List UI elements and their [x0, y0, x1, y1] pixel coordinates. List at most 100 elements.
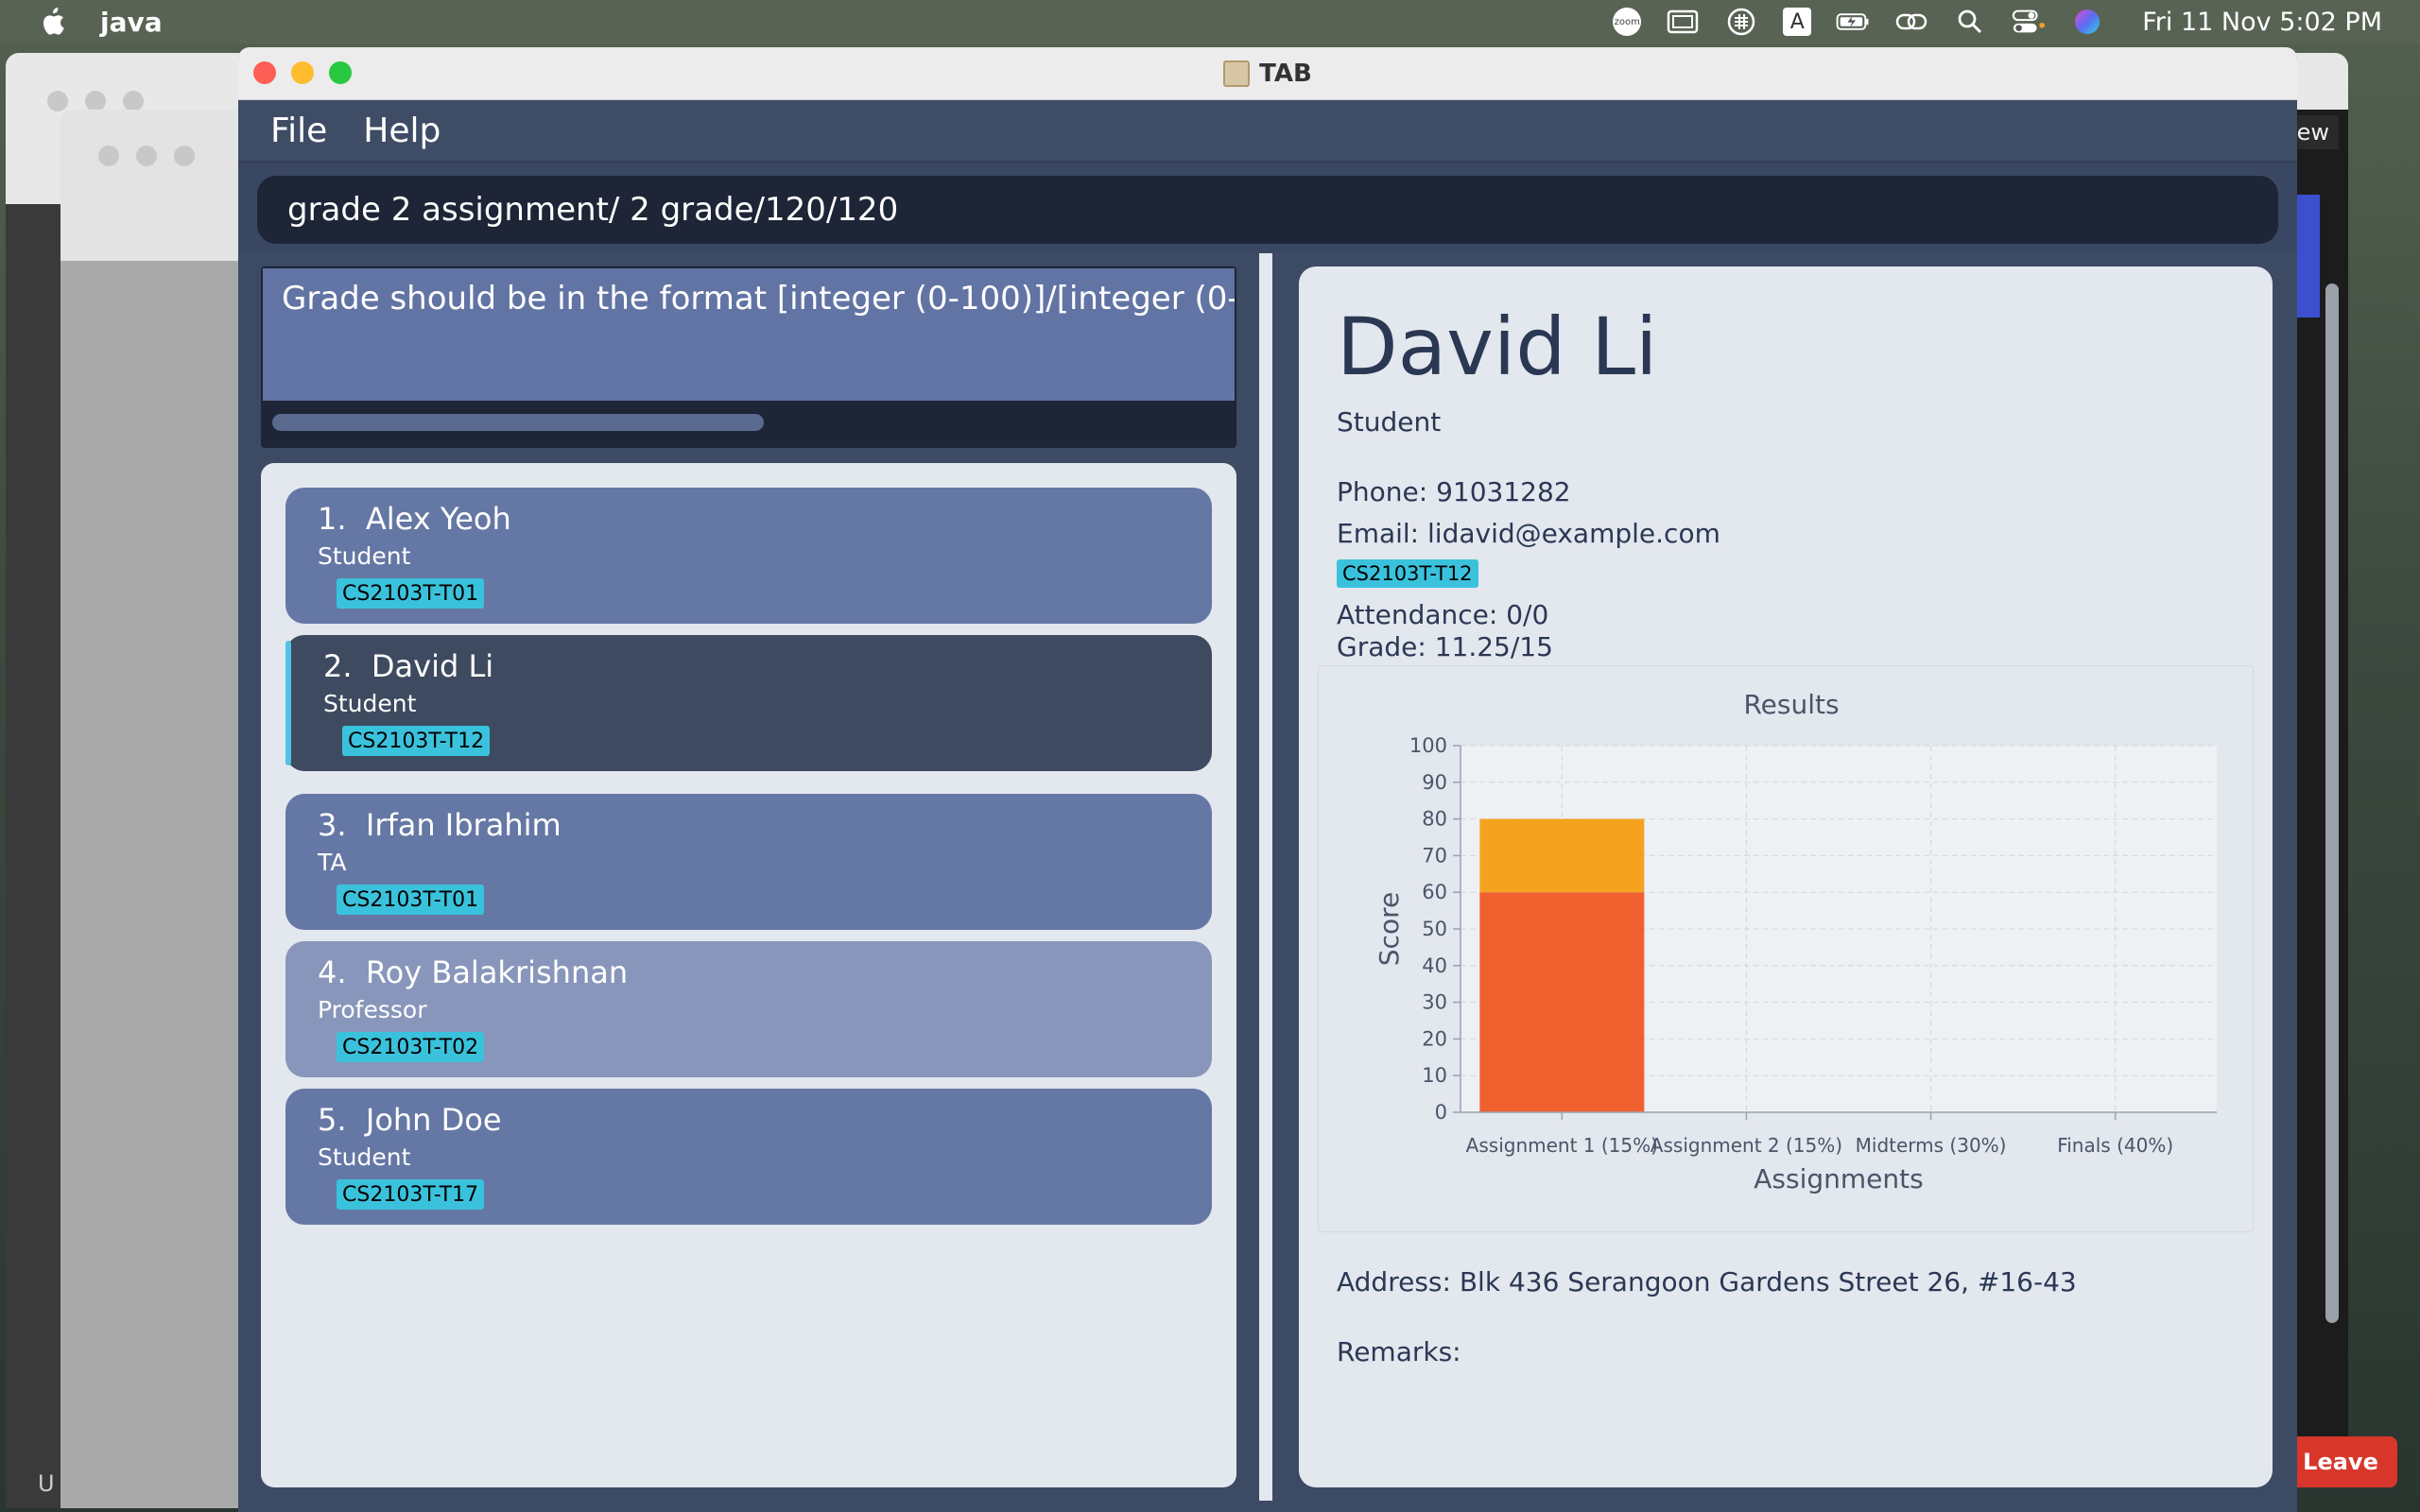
search-icon[interactable]: [1953, 8, 1987, 36]
bar-segment: [1479, 892, 1645, 1112]
person-name: 4. Roy Balakrishnan: [318, 954, 628, 990]
x-tick-label: Finals (40%): [2057, 1134, 2173, 1157]
detail-name: David Li: [1337, 301, 1658, 393]
person-index: 3.: [318, 807, 347, 843]
bg2-minimize-button[interactable]: [136, 146, 157, 166]
person-name-text: David Li: [371, 648, 494, 684]
grid-icon[interactable]: [1724, 8, 1758, 36]
input-source-icon[interactable]: A: [1783, 8, 1812, 36]
detail-phone: Phone: 91031282: [1337, 476, 1571, 507]
display-icon[interactable]: [1666, 8, 1700, 36]
person-role: Student: [318, 542, 411, 570]
person-name-text: John Doe: [365, 1102, 502, 1138]
apple-icon[interactable]: [36, 6, 68, 38]
battery-icon[interactable]: [1836, 8, 1870, 36]
active-app-name[interactable]: java: [100, 7, 163, 38]
y-axis-label: Score: [1374, 892, 1405, 966]
app-menu-bar: File Help: [238, 100, 2297, 163]
result-display: Grade should be in the format [integer (…: [261, 266, 1236, 448]
person-name: 2. David Li: [323, 648, 493, 684]
person-card[interactable]: 2. David Li Student CS2103T-T12: [285, 635, 1212, 771]
bar-segment: [1479, 818, 1645, 893]
person-tag: CS2103T-T01: [337, 578, 485, 609]
person-index: 1.: [318, 501, 347, 537]
link-icon[interactable]: [1894, 8, 1928, 36]
command-input[interactable]: grade 2 assignment/ 2 grade/120/120: [257, 176, 2278, 244]
menu-help[interactable]: Help: [363, 112, 441, 150]
y-tick-label: 40: [1422, 954, 1447, 977]
person-card[interactable]: 3. Irfan Ibrahim TA CS2103T-T01: [285, 794, 1212, 930]
detail-address: Address: Blk 436 Serangoon Gardens Stree…: [1337, 1266, 2077, 1297]
bg-window-minimize-button[interactable]: [85, 91, 106, 112]
y-tick-label: 50: [1422, 918, 1447, 940]
person-tag: CS2103T-T02: [337, 1032, 485, 1062]
control-center-icon[interactable]: [2012, 8, 2046, 36]
result-message[interactable]: Grade should be in the format [integer (…: [263, 268, 1235, 401]
bg2-close-button[interactable]: [98, 146, 119, 166]
person-index: 2.: [323, 648, 353, 684]
x-tick-label: Assignment 1 (15%): [1466, 1134, 1658, 1157]
person-index: 4.: [318, 954, 347, 990]
person-role: Professor: [318, 996, 427, 1023]
person-name: 5. John Doe: [318, 1102, 502, 1138]
selection-accent: [285, 641, 291, 765]
x-tick-label: Assignment 2 (15%): [1651, 1134, 1842, 1157]
person-role: Student: [323, 690, 417, 717]
person-index: 5.: [318, 1102, 347, 1138]
window-titlebar[interactable]: TAB: [238, 47, 2297, 100]
results-chart: 0 10 20 30 40 50 60 70 80 90 100 Assignment 1 (15%)…: [1318, 665, 2254, 1232]
y-tick-label: 70: [1422, 844, 1447, 867]
bg-window-close-button[interactable]: [47, 91, 68, 112]
person-role: Student: [318, 1143, 411, 1171]
zoom-icon[interactable]: zoom: [1613, 8, 1642, 36]
bg2-zoom-button[interactable]: [174, 146, 195, 166]
window-title: TAB: [1259, 60, 1312, 88]
command-area: grade 2 assignment/ 2 grade/120/120: [238, 163, 2297, 251]
detail-role: Student: [1337, 406, 1442, 438]
person-card[interactable]: 4. Roy Balakrishnan Professor CS2103T-T02: [285, 941, 1212, 1077]
detail-email: Email: lidavid@example.com: [1337, 518, 1720, 549]
person-tag: CS2103T-T01: [337, 885, 485, 915]
detail-tag: CS2103T-T12: [1337, 559, 1478, 588]
tab-app-window: TAB File Help grade 2 assignment/ 2 grad…: [238, 47, 2297, 1512]
person-card[interactable]: 1. Alex Yeoh Student CS2103T-T01: [285, 488, 1212, 624]
app-icon: [1223, 60, 1251, 87]
y-tick-label: 80: [1422, 808, 1447, 831]
siri-icon[interactable]: [2070, 8, 2104, 36]
detail-attendance: Attendance: 0/0: [1337, 599, 1549, 630]
person-name-text: Alex Yeoh: [365, 501, 511, 537]
result-scrollbar[interactable]: [272, 414, 764, 431]
y-tick-label: 20: [1422, 1027, 1447, 1050]
split-divider[interactable]: [1259, 253, 1272, 1501]
menubar-clock[interactable]: Fri 11 Nov 5:02 PM: [2142, 8, 2382, 37]
detail-grade: Grade: 11.25/15: [1337, 631, 1553, 662]
y-tick-label: 10: [1422, 1064, 1447, 1087]
leave-button[interactable]: Leave: [2284, 1436, 2397, 1487]
y-tick-label: 0: [1435, 1101, 1447, 1124]
x-axis-label: Assignments: [1754, 1163, 1923, 1194]
person-tag: CS2103T-T12: [342, 726, 491, 756]
menu-file[interactable]: File: [270, 112, 327, 150]
person-role: TA: [318, 849, 347, 876]
y-tick-label: 60: [1422, 881, 1447, 903]
person-name: 1. Alex Yeoh: [318, 501, 511, 537]
person-tag: CS2103T-T17: [337, 1179, 485, 1210]
person-list: 1. Alex Yeoh Student CS2103T-T01 2. David L…: [261, 463, 1236, 1487]
bg-scrollbar[interactable]: [2325, 284, 2339, 1323]
person-name-text: Roy Balakrishnan: [365, 954, 629, 990]
x-tick-label: Midterms (30%): [1856, 1134, 2007, 1157]
person-detail-panel: David Li Student Phone: 91031282 Email: …: [1299, 266, 2273, 1487]
results-chart-svg: 0 10 20 30 40 50 60 70 80 90 100 Assignment 1 (15%)…: [1374, 689, 2217, 1194]
bg-label: U: [38, 1470, 55, 1497]
y-tick-label: 30: [1422, 991, 1447, 1014]
detail-remarks: Remarks:: [1337, 1336, 1461, 1367]
person-name-text: Irfan Ibrahim: [365, 807, 562, 843]
y-tick-label: 100: [1409, 734, 1447, 757]
y-tick-label: 90: [1422, 771, 1447, 794]
bg-window-dark-strip: [6, 204, 62, 1508]
person-name: 3. Irfan Ibrahim: [318, 807, 562, 843]
system-menubar: java zoom A Fri 11 Nov 5:02 PM: [0, 0, 2420, 43]
person-card[interactable]: 5. John Doe Student CS2103T-T17: [285, 1089, 1212, 1225]
chart-title: Results: [1743, 689, 1839, 720]
bg-window-zoom-button[interactable]: [123, 91, 144, 112]
